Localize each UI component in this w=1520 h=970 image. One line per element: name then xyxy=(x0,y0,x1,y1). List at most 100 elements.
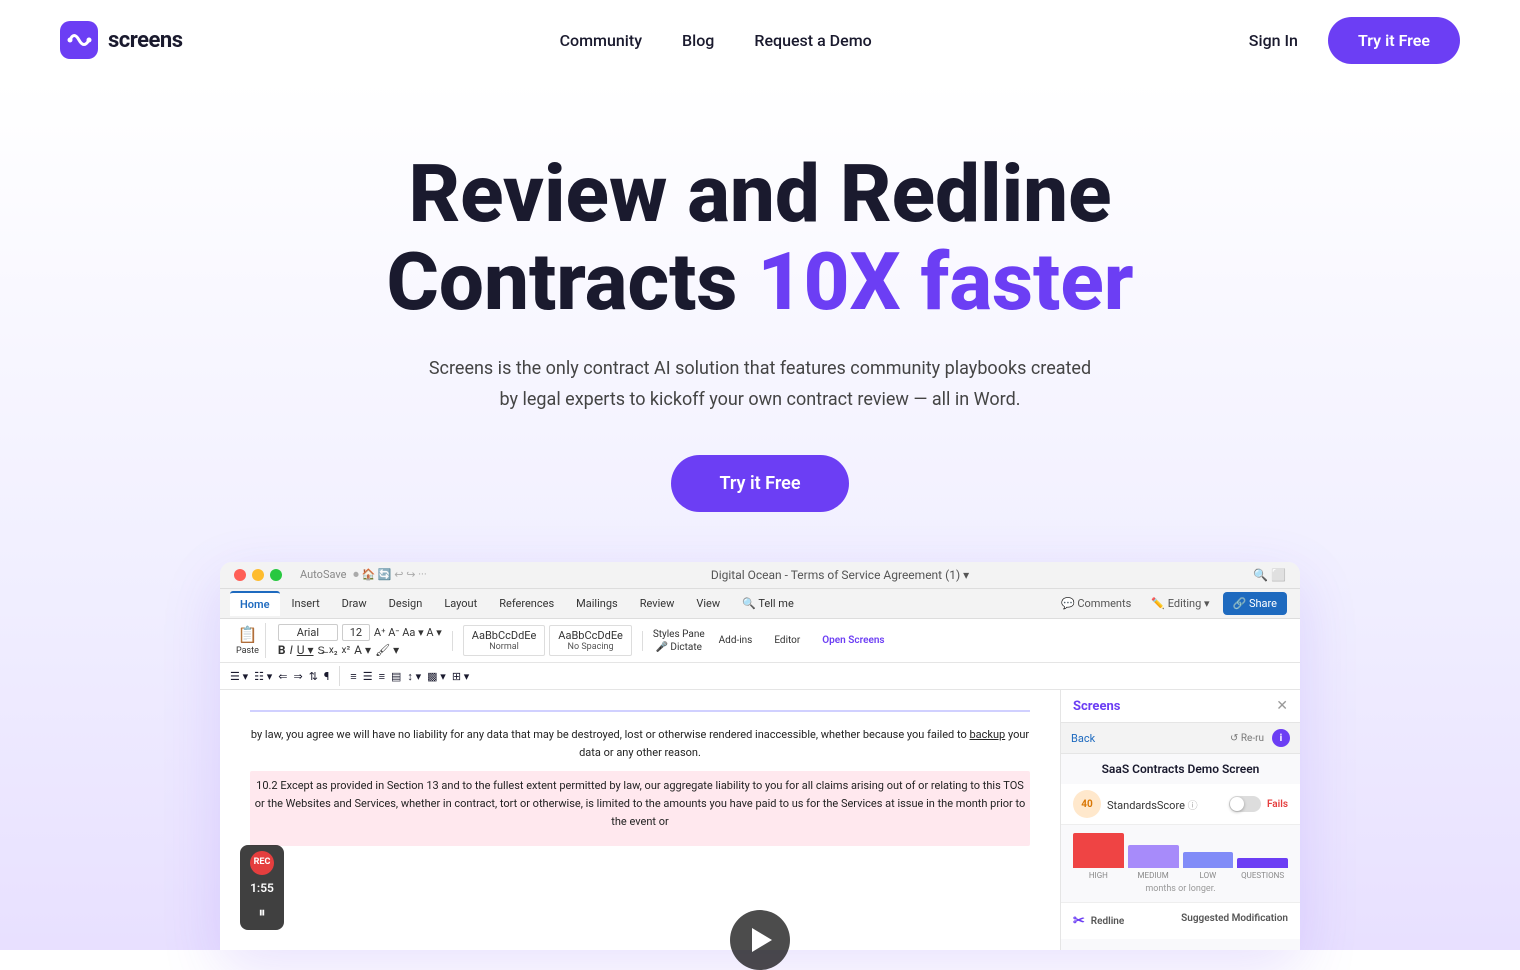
hero-cta-button[interactable]: Try it Free xyxy=(671,455,848,512)
ribbon-tab-review[interactable]: Review xyxy=(630,592,685,615)
line-spacing-btn[interactable]: ↕ ▾ xyxy=(407,670,421,683)
close-dot[interactable] xyxy=(234,569,246,581)
ribbon-tab-view[interactable]: View xyxy=(686,592,730,615)
ribbon-tab-home[interactable]: Home xyxy=(230,591,280,616)
word-doc-title: Digital Ocean - Terms of Service Agreeme… xyxy=(437,568,1243,582)
ribbon-tab-references[interactable]: References xyxy=(489,592,564,615)
fails-label: Fails xyxy=(1267,799,1288,810)
align-center-btn[interactable]: ☰ xyxy=(363,670,373,683)
panel-back-btn[interactable]: Back xyxy=(1071,732,1095,745)
toolbar-divider-1 xyxy=(452,631,453,651)
tools-group: Styles Pane 🎤 Dictate xyxy=(653,629,705,653)
ruler-line xyxy=(250,710,1030,712)
share-btn[interactable]: 🔗 Share xyxy=(1223,592,1287,615)
size-select[interactable]: 12 xyxy=(342,624,370,641)
sort-btn[interactable]: ⇅ xyxy=(309,670,318,683)
add-ins-btn[interactable]: Add-ins xyxy=(711,631,761,650)
styles-pane-btn[interactable]: Styles Pane xyxy=(653,629,705,640)
nav-community[interactable]: Community xyxy=(560,31,642,50)
paste-group: 📋 Paste xyxy=(230,623,266,658)
subscript-btn[interactable]: x₂ xyxy=(329,645,338,656)
video-play-overlay[interactable] xyxy=(730,910,790,970)
maximize-dot[interactable] xyxy=(270,569,282,581)
rec-indicator: REC xyxy=(250,851,274,875)
align-right-btn[interactable]: ≡ xyxy=(379,670,385,683)
panel-score-row: 40 StandardsScore ⓘ xyxy=(1061,784,1300,825)
word-mockup: AutoSave ⏺ 🏠 🔄 ↩ ↪ ··· Digital Ocean - T… xyxy=(220,562,1300,950)
panel-rerun[interactable]: ↺ Re-ru xyxy=(1230,733,1264,744)
dictate-btn[interactable]: 🎤 Dictate xyxy=(653,642,705,653)
toolbar-divider-2 xyxy=(642,631,643,651)
comments-btn[interactable]: 💬 Comments xyxy=(1051,592,1141,615)
bold-btn[interactable]: B xyxy=(278,643,286,657)
font-color-btn[interactable]: A ▾ xyxy=(354,643,371,657)
suggested-label: Suggested Modification xyxy=(1181,913,1288,929)
indent-inc-btn[interactable]: ⇒ xyxy=(293,670,302,683)
justify-btn[interactable]: ▤ xyxy=(391,670,401,683)
ribbon-tab-insert[interactable]: Insert xyxy=(282,592,330,615)
font-size-controls: A⁺ A⁻ Aa ▾ A ▾ xyxy=(374,626,442,639)
format-group: Arial 12 A⁺ A⁻ Aa ▾ A ▾ B I U ▾ S̶ x₂ x²… xyxy=(272,624,442,657)
paste-icon[interactable]: 📋 xyxy=(237,625,257,644)
bar-medium xyxy=(1128,845,1179,868)
open-screens-btn[interactable]: Open Screens xyxy=(814,631,892,650)
chart-bars xyxy=(1073,833,1288,868)
timer-badge: REC 1:55 ⏸ xyxy=(240,845,284,931)
chart-labels: HIGH MEDIUM LOW QUESTIONS xyxy=(1073,868,1288,880)
traffic-lights xyxy=(234,569,282,581)
bar-questions xyxy=(1237,858,1288,869)
editor-btn[interactable]: Editor xyxy=(766,631,808,650)
editing-btn[interactable]: ✏️ Editing ▾ xyxy=(1143,592,1217,615)
font-select[interactable]: Arial xyxy=(278,624,338,641)
shading-btn[interactable]: ▩ ▾ xyxy=(427,670,446,683)
pause-icon[interactable]: ⏸ xyxy=(259,902,266,924)
panel-info-btn[interactable]: i xyxy=(1272,729,1290,747)
nav-demo[interactable]: Request a Demo xyxy=(754,31,871,50)
para-marks-btn[interactable]: ¶ xyxy=(324,670,329,683)
nav-links: Community Blog Request a Demo xyxy=(560,31,872,50)
score-label: StandardsScore ⓘ xyxy=(1107,797,1198,812)
sign-in-link[interactable]: Sign In xyxy=(1249,31,1298,50)
navbar: screens Community Blog Request a Demo Si… xyxy=(0,0,1520,80)
word-ribbon-tabs: Home Insert Draw Design Layout Reference… xyxy=(220,589,1300,619)
ribbon-tab-design[interactable]: Design xyxy=(379,592,433,615)
style-normal[interactable]: AaBbCcDdEe Normal xyxy=(463,625,546,656)
superscript-btn[interactable]: x² xyxy=(342,645,351,656)
label-questions: QUESTIONS xyxy=(1237,871,1288,880)
toggle-knob xyxy=(1230,797,1244,811)
screenshot-container: AutoSave ⏺ 🏠 🔄 ↩ ↪ ··· Digital Ocean - T… xyxy=(220,562,1300,950)
screens-panel-header: Screens ✕ xyxy=(1061,690,1300,723)
doc-paragraph-1: by law, you agree we will have no liabil… xyxy=(250,726,1030,761)
logo-text: screens xyxy=(108,28,183,53)
panel-nav: Back ↺ Re-ru i xyxy=(1061,723,1300,754)
ribbon-tab-tell-me[interactable]: 🔍 Tell me xyxy=(732,592,804,615)
align-left-btn[interactable]: ≡ xyxy=(350,670,356,683)
panel-chart: HIGH MEDIUM LOW QUESTIONS xyxy=(1061,825,1300,880)
list-ul-btn[interactable]: ☰ ▾ xyxy=(230,670,248,683)
ribbon-tab-layout[interactable]: Layout xyxy=(434,592,487,615)
panel-close-btn[interactable]: ✕ xyxy=(1276,698,1288,714)
style-nospace[interactable]: AaBbCcDdEe No Spacing xyxy=(549,625,632,656)
ribbon-tab-mailings[interactable]: Mailings xyxy=(566,592,628,615)
italic-btn[interactable]: I xyxy=(290,643,293,657)
nav-blog[interactable]: Blog xyxy=(682,31,714,50)
minimize-dot[interactable] xyxy=(252,569,264,581)
hero-title: Review and Redline Contracts 10X faster xyxy=(386,150,1133,326)
list-ol-btn[interactable]: ☷ ▾ xyxy=(254,670,272,683)
logo-link[interactable]: screens xyxy=(60,21,183,59)
toolbar-divider-3 xyxy=(339,666,340,686)
panel-redline-area: ✂ Redline Suggested Modification xyxy=(1061,902,1300,939)
play-icon xyxy=(752,928,772,952)
font-row: Arial 12 A⁺ A⁻ Aa ▾ A ▾ xyxy=(278,624,442,641)
ribbon-tab-draw[interactable]: Draw xyxy=(332,592,377,615)
highlight-btn[interactable]: 🖌 ▾ xyxy=(375,643,399,657)
borders-btn[interactable]: ⊞ ▾ xyxy=(452,670,469,683)
indent-dec-btn[interactable]: ⇐ xyxy=(278,670,287,683)
styles-section: AaBbCcDdEe Normal AaBbCcDdEe No Spacing xyxy=(463,625,632,656)
redline-label: Redline xyxy=(1091,916,1125,927)
underline-btn[interactable]: U ▾ xyxy=(297,643,314,657)
panel-section-title: SaaS Contracts Demo Screen xyxy=(1061,754,1300,784)
strikethrough-btn[interactable]: S̶ xyxy=(318,644,325,657)
nav-try-free-button[interactable]: Try it Free xyxy=(1328,17,1460,64)
toggle-switch[interactable] xyxy=(1229,796,1261,812)
